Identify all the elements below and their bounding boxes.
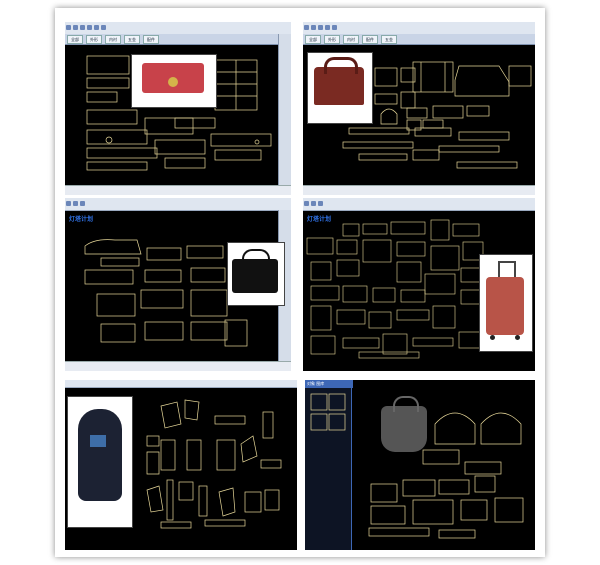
product-photo-suitcase (479, 254, 533, 352)
product-photo-backpack (67, 396, 133, 528)
tote-handle (393, 396, 419, 412)
product-photo-briefcase (227, 242, 285, 306)
gold-clasp-icon (168, 77, 178, 87)
black-briefcase-image (232, 259, 278, 293)
tote-bag-image (381, 406, 427, 452)
status-bar (65, 361, 291, 371)
panel-backpack-pattern (65, 380, 297, 550)
handbag-handle (324, 57, 358, 74)
black-backpack-image (78, 409, 122, 501)
wheel-icon (515, 335, 520, 340)
panel-suitcase-pattern: 灯塔计划 (303, 198, 535, 371)
panel-wallet-pattern: 全部 外形 内衬 五金 配件 (65, 22, 291, 195)
briefcase-handle (242, 249, 270, 263)
backpack-logo (90, 435, 106, 447)
product-photo-wallet (131, 54, 217, 108)
panel-handbag-pattern: 全部 外形 内衬 配件 五金 (303, 22, 535, 195)
panel-tote-pattern: 对象 图库 (305, 380, 535, 550)
status-bar (303, 185, 535, 195)
pattern-drawing[interactable] (65, 22, 291, 195)
trolley-suitcase-image (486, 277, 524, 335)
screenshot-collage: 全部 外形 内衬 五金 配件 全部 外形 内衬 配件 五金 灯塔计划 灯塔计划 … (55, 8, 545, 557)
product-photo-handbag (307, 52, 373, 124)
wheel-icon (490, 335, 495, 340)
status-bar (65, 185, 291, 195)
panel-briefcase-pattern: 灯塔计划 (65, 198, 291, 371)
